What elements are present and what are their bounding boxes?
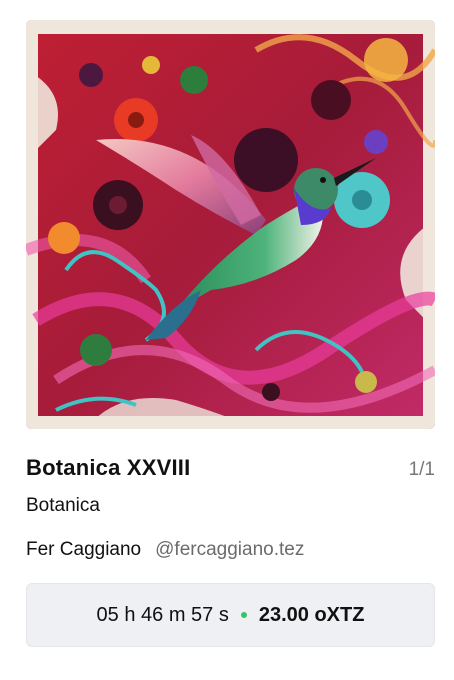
current-price: 23.00 oXTZ	[258, 603, 365, 626]
collection-name[interactable]: Botanica	[26, 495, 435, 517]
artwork-image[interactable]	[26, 20, 435, 429]
nft-card[interactable]: Botanica XXVIII 1/1 Botanica Fer Caggian…	[26, 20, 435, 647]
artist-handle[interactable]: @fercaggiano.tez	[155, 539, 304, 561]
auction-status[interactable]: 05 h 46 m 57 s 23.00 oXTZ	[26, 583, 435, 647]
artist-name[interactable]: Fer Caggiano	[26, 539, 141, 561]
artist-info: Fer Caggiano @fercaggiano.tez	[26, 539, 435, 561]
live-dot-icon	[240, 612, 247, 618]
edition-count: 1/1	[408, 459, 435, 480]
artwork-title[interactable]: Botanica XXVIII	[26, 455, 190, 481]
hummingbird-artwork-icon	[26, 20, 435, 429]
countdown-timer: 05 h 46 m 57 s	[96, 603, 229, 626]
